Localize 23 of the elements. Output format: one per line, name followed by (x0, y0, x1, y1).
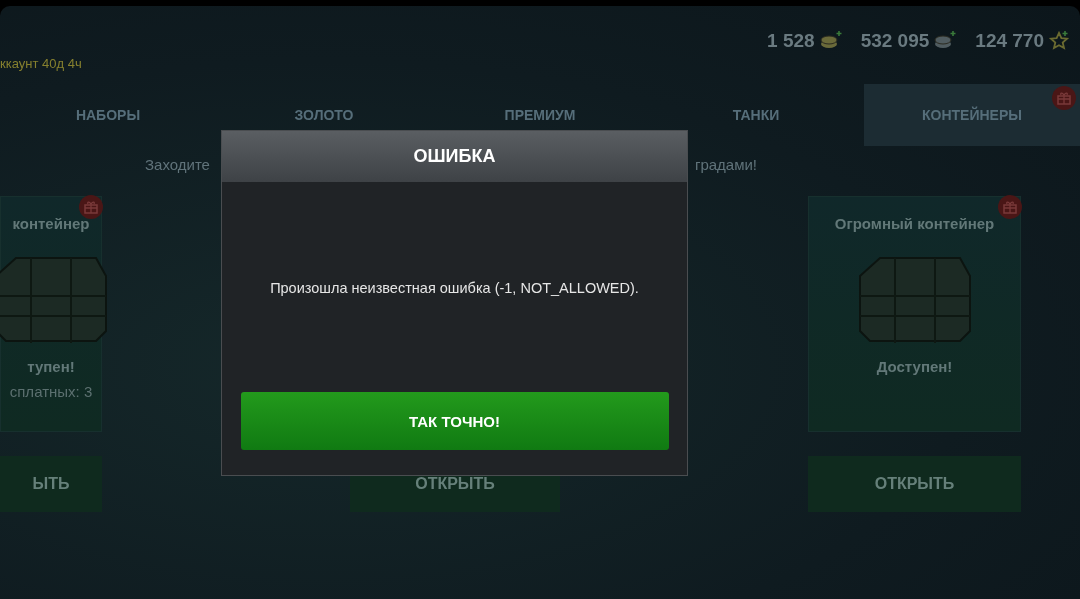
currency-amount: 532 095 (860, 30, 930, 52)
availability-status: Доступен! (876, 358, 953, 375)
banner-text: градами! (694, 156, 758, 175)
store-tab[interactable]: НАБОРЫ (0, 84, 216, 146)
gift-icon (1003, 200, 1017, 214)
currency-amount: 1 528 (767, 30, 815, 52)
error-message: Произошла неизвестная ошибка (-1, NOT_ALLOWED). (270, 280, 639, 296)
dialog-title: ОШИБКА (413, 146, 496, 167)
container-title: Огромный контейнер (834, 215, 995, 232)
star-icon (1048, 30, 1070, 52)
open-button[interactable]: ЫТЬ (0, 456, 102, 512)
free-count: сплатных: 3 (9, 383, 93, 400)
banner-text: Заходите (145, 156, 210, 175)
currency-amount: 124 770 (975, 30, 1044, 52)
store-tab[interactable]: КОНТЕЙНЕРЫ (864, 84, 1080, 146)
account-status: ккаунт 40д 4ч (0, 56, 82, 71)
container-title: контейнер (12, 215, 90, 232)
open-button[interactable]: ОТКРЫТЬ (808, 456, 1021, 512)
store-tab[interactable]: ТАНКИ (648, 84, 864, 146)
gift-icon (1057, 91, 1071, 105)
gift-icon (84, 200, 98, 214)
availability-status: тупен! (27, 358, 75, 375)
confirm-button[interactable]: ТАК ТОЧНО! (240, 392, 669, 450)
